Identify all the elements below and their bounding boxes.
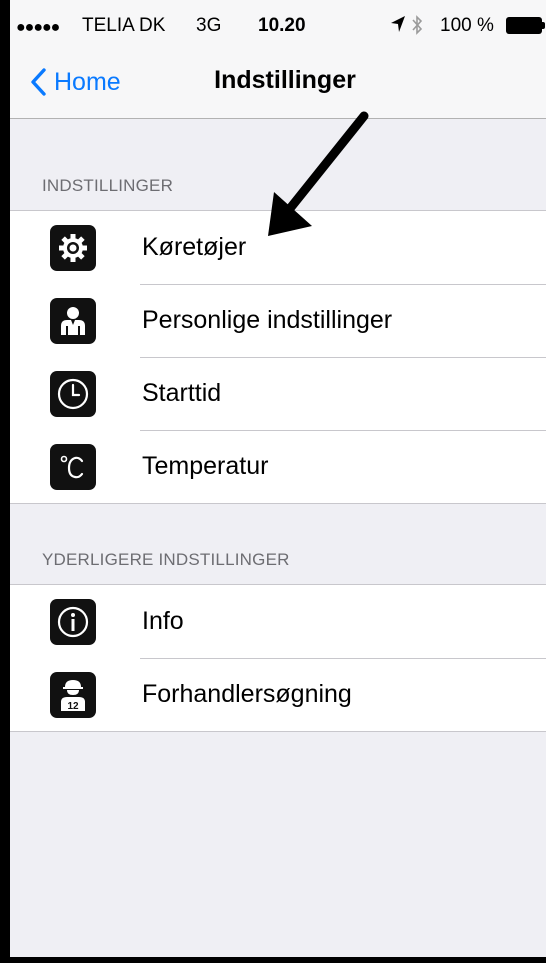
info-icon bbox=[50, 599, 96, 645]
more-settings-group: Info 12 Forhandlersøgning bbox=[10, 584, 546, 732]
list-item-label: Temperatur bbox=[142, 452, 269, 480]
list-item-label: Forhandlersøgning bbox=[142, 680, 352, 708]
settings-screen: ●●●●● TELIA DK 3G 10.20 100 % Home Indst… bbox=[10, 0, 546, 957]
list-item-info[interactable]: Info bbox=[10, 585, 546, 658]
person-icon bbox=[50, 298, 96, 344]
pointer-arrow-icon bbox=[268, 111, 369, 236]
section-header-settings: INDSTILLINGER bbox=[42, 176, 174, 195]
list-item-dealer-search[interactable]: 12 Forhandlersøgning bbox=[10, 658, 546, 731]
dealer-icon: 12 bbox=[50, 672, 96, 718]
carrier-name: TELIA DK bbox=[82, 15, 166, 36]
status-bar: ●●●●● TELIA DK 3G 10.20 100 % bbox=[10, 0, 546, 52]
battery-tip bbox=[542, 22, 545, 29]
list-item-temperature[interactable]: Temperatur bbox=[10, 430, 546, 503]
gear-icon bbox=[50, 225, 96, 271]
celsius-icon bbox=[50, 444, 96, 490]
list-item-label: Starttid bbox=[142, 379, 222, 407]
section-header-more-settings: YDERLIGERE INDSTILLINGER bbox=[42, 550, 290, 569]
list-item-label: Info bbox=[142, 607, 184, 635]
battery-icon bbox=[506, 17, 542, 34]
battery-percent: 100 % bbox=[440, 15, 494, 36]
list-item-start-time[interactable]: Starttid bbox=[10, 357, 546, 430]
network-type: 3G bbox=[196, 15, 222, 36]
clock-icon bbox=[50, 371, 96, 417]
location-arrow-icon bbox=[390, 15, 406, 38]
signal-strength: ●●●●● bbox=[16, 19, 60, 36]
svg-text:12: 12 bbox=[67, 701, 79, 712]
list-item-label: Køretøjer bbox=[142, 233, 247, 261]
status-time: 10.20 bbox=[258, 15, 306, 36]
top-bar: ●●●●● TELIA DK 3G 10.20 100 % Home Indst… bbox=[10, 0, 546, 119]
list-item-label: Personlige indstillinger bbox=[142, 306, 393, 334]
settings-group: Køretøjer Personlige indstillinger Start… bbox=[10, 210, 546, 504]
list-item-personal-settings[interactable]: Personlige indstillinger bbox=[10, 284, 546, 357]
bluetooth-icon bbox=[411, 15, 423, 41]
page-title: Indstillinger bbox=[214, 66, 356, 94]
